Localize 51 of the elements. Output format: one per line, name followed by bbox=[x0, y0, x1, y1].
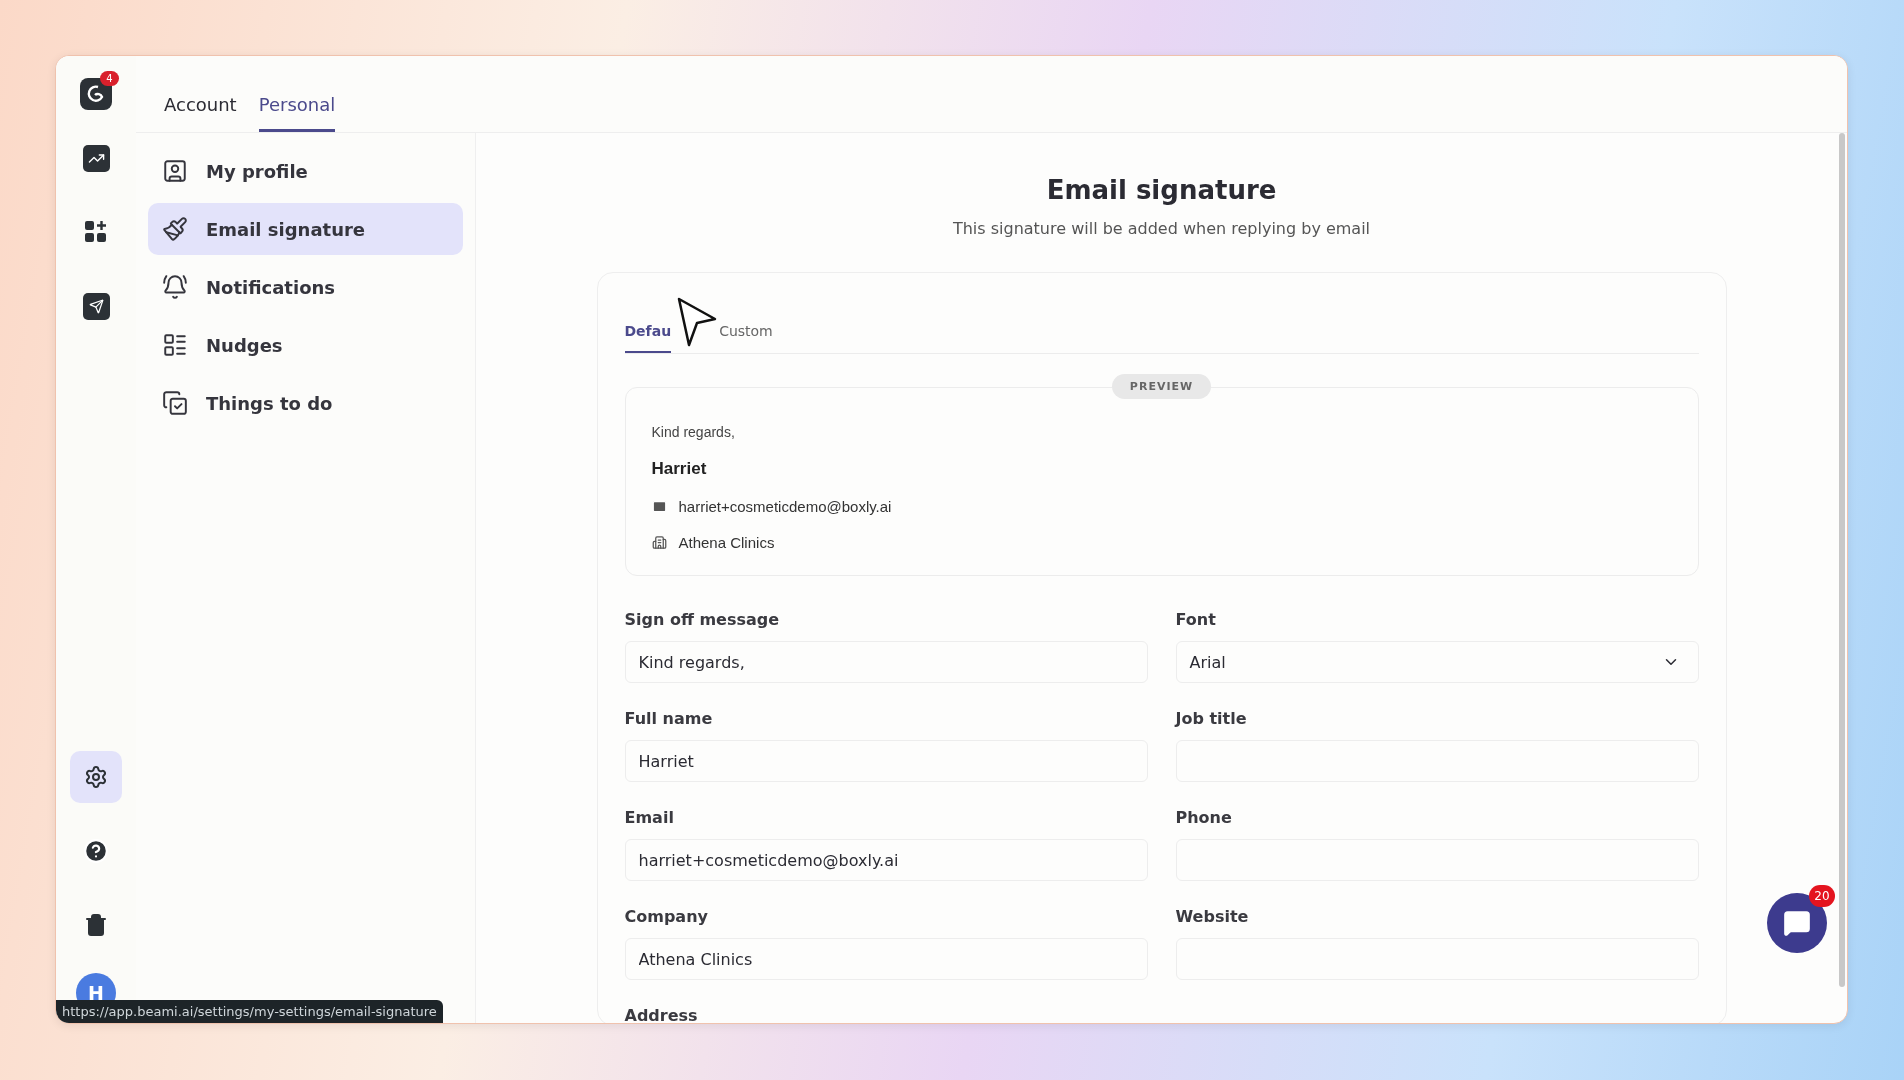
signature-email: harriet+cosmeticdemo@boxly.ai bbox=[678, 498, 892, 515]
text-field[interactable]: Kind regards, bbox=[624, 641, 1148, 683]
sidebar-item[interactable]: Email signature bbox=[148, 203, 463, 255]
signature-name: Harriet bbox=[651, 459, 708, 479]
trash-icon bbox=[84, 913, 108, 937]
scrollbar[interactable] bbox=[1839, 133, 1845, 988]
signature-tab[interactable]: Custom bbox=[719, 323, 773, 353]
field-label: Phone bbox=[1175, 808, 1233, 827]
building-icon bbox=[651, 535, 667, 550]
sidebar-item[interactable]: Things to do bbox=[148, 377, 463, 429]
text-field[interactable]: harriet+cosmeticdemo@boxly.ai bbox=[624, 839, 1148, 881]
chart-icon bbox=[82, 144, 110, 172]
chat-icon bbox=[1783, 909, 1811, 937]
signature-tab[interactable]: Defau bbox=[624, 323, 672, 353]
send-icon bbox=[82, 292, 110, 320]
text-field[interactable]: Athena Clinics bbox=[624, 938, 1148, 980]
field-label: Full name bbox=[624, 709, 714, 728]
sidebar-item[interactable]: Nudges bbox=[148, 319, 463, 371]
notification-badge: 4 bbox=[100, 71, 119, 86]
signature-company: Athena Clinics bbox=[678, 534, 775, 551]
text-field[interactable]: Harriet bbox=[624, 740, 1148, 782]
page-title: Email signature bbox=[1046, 175, 1277, 205]
settings-icon bbox=[84, 765, 108, 789]
sidebar-item[interactable]: My profile bbox=[148, 145, 463, 197]
field-label: Font bbox=[1175, 610, 1217, 629]
field-label: Address bbox=[624, 1006, 699, 1023]
brush-icon bbox=[162, 216, 188, 242]
checklist-icon bbox=[162, 390, 188, 416]
help-icon bbox=[83, 838, 109, 864]
profile-icon bbox=[162, 158, 188, 184]
url-tooltip: https://app.beami.ai/settings/my-settings/email-signature bbox=[56, 1000, 443, 1023]
chat-badge: 20 bbox=[1809, 885, 1835, 907]
apps-icon bbox=[84, 220, 108, 244]
rail-button[interactable] bbox=[70, 751, 122, 803]
swirl-icon bbox=[86, 84, 106, 104]
field-label: Website bbox=[1175, 907, 1250, 926]
field-label: Email bbox=[624, 808, 675, 827]
font-dropdown[interactable]: Arial bbox=[1175, 641, 1699, 683]
field-label: Job title bbox=[1175, 709, 1248, 728]
list-icon bbox=[162, 332, 188, 358]
sidebar-item[interactable]: Notifications bbox=[148, 261, 463, 313]
bell-icon bbox=[162, 274, 188, 300]
sign-off-text: Kind regards, bbox=[651, 424, 736, 440]
field-label: Sign off message bbox=[624, 610, 781, 629]
mail-icon bbox=[651, 499, 667, 514]
page-subtitle: This signature will be added when replying by email bbox=[952, 219, 1371, 238]
settings-tab[interactable]: Account bbox=[164, 94, 237, 132]
preview-label: PREVIEW bbox=[1111, 374, 1212, 399]
field-label: Company bbox=[624, 907, 709, 926]
mouse-cursor-icon bbox=[676, 297, 717, 349]
chat-button[interactable] bbox=[1767, 893, 1827, 953]
